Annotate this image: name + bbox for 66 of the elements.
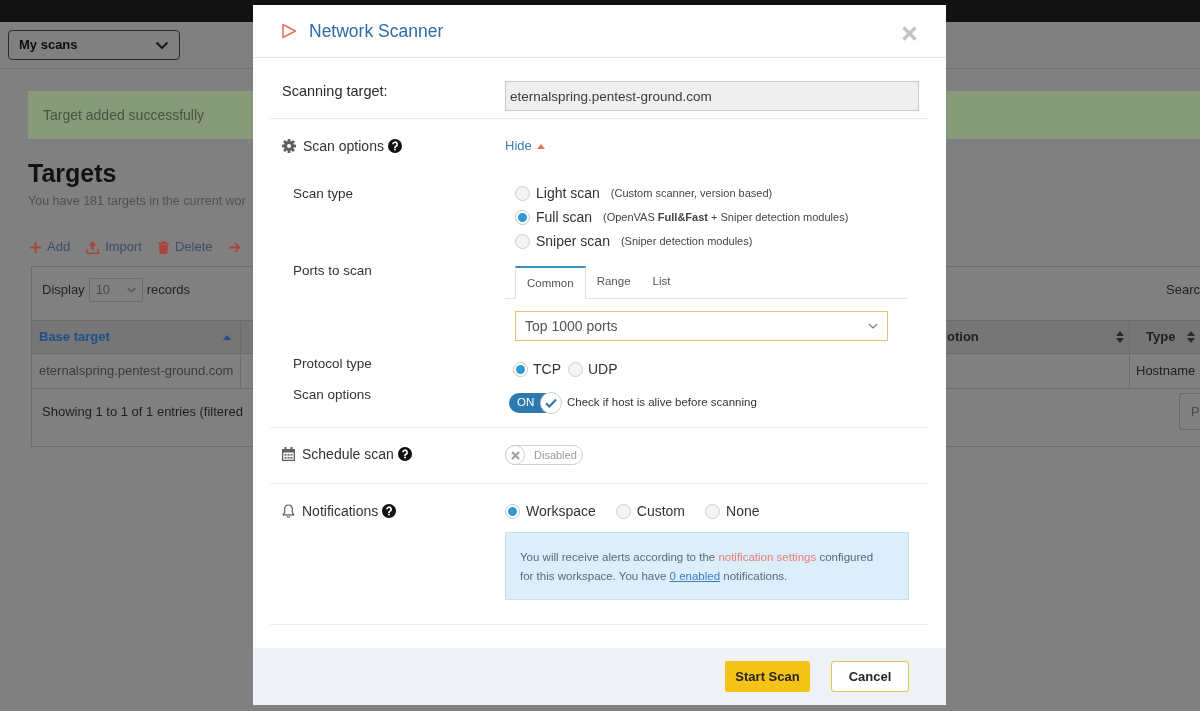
tab[interactable]: Range (585, 266, 642, 298)
display-label: Display (42, 281, 85, 300)
radio-button[interactable] (515, 209, 530, 225)
section-label: Scan options (303, 136, 384, 156)
radio-button[interactable] (515, 233, 530, 249)
radio-button[interactable] (705, 503, 720, 519)
help-icon[interactable] (387, 139, 402, 153)
chevron-down-icon (155, 40, 169, 50)
tab[interactable]: Common (515, 266, 586, 299)
hide-link[interactable]: Hide (505, 136, 545, 156)
radio-button[interactable] (615, 503, 631, 519)
table-cell: eternalspring.pentest-ground.com (32, 354, 241, 388)
option-label[interactable]: None (726, 500, 760, 522)
column-header[interactable]: otion (947, 321, 1124, 353)
toggle-switch[interactable]: ON (509, 392, 562, 414)
search-label: Searc (1166, 281, 1200, 300)
option-label[interactable]: Light scan (536, 182, 600, 204)
records-label: records (146, 281, 190, 300)
radio-button[interactable] (568, 361, 583, 377)
workspace-select[interactable]: My scans (8, 30, 180, 60)
bell-icon (282, 504, 295, 518)
chevron-down-icon (868, 323, 878, 329)
arrow-right-icon[interactable] (228, 241, 241, 253)
plus-icon (30, 241, 41, 253)
ports-select[interactable]: Top 1000 ports (515, 311, 888, 341)
table-cell-text: Hostname (1135, 362, 1197, 381)
enabled-count-link[interactable]: 0 enabled (669, 570, 721, 582)
option-label[interactable]: Sniper scan (536, 230, 610, 252)
tab[interactable]: List (641, 266, 682, 298)
option-label[interactable]: UDP (588, 358, 618, 380)
option-label[interactable]: TCP (533, 358, 561, 380)
cancel-button[interactable]: Cancel (831, 661, 909, 692)
close-icon[interactable] (902, 26, 917, 41)
section-label: Schedule scan (302, 444, 394, 464)
option-note: (OpenVAS Full&Fast + Sniper detection modules) (603, 209, 849, 225)
check-icon (545, 398, 557, 408)
cross-icon (510, 450, 520, 460)
field-label: Scan options (293, 387, 372, 402)
field-label: Protocol type (293, 356, 372, 371)
gear-icon (282, 139, 296, 153)
help-icon[interactable] (382, 504, 397, 518)
dialog-title: Network Scanner (309, 20, 444, 42)
upload-icon (86, 240, 100, 254)
option-label[interactable]: Custom (636, 500, 685, 522)
option-note: (Sniper detection modules) (620, 233, 753, 249)
field-label: Scan type (293, 186, 354, 201)
target-field[interactable]: eternalspring.pentest-ground.com (505, 81, 919, 111)
table-info: Showing 1 to 1 of 1 entries (filtered (42, 402, 243, 421)
play-icon (281, 23, 297, 39)
option-note: (Custom scanner, version based) (610, 185, 773, 201)
calendar-icon (282, 447, 295, 461)
column-header[interactable]: Type (1146, 321, 1196, 353)
radio-button[interactable] (515, 185, 530, 201)
radio-button[interactable] (505, 503, 520, 519)
trash-icon (158, 240, 169, 254)
option-description: Check if host is alive before scanning (567, 395, 757, 411)
radio-button[interactable] (513, 361, 528, 377)
chevron-down-icon (126, 287, 136, 293)
info-text: You will receive alerts according to the notification settings configured for this workspace. You have 0 enabled notifications. (520, 550, 875, 584)
help-icon[interactable] (397, 447, 412, 461)
section-label: Notifications (302, 501, 379, 521)
page-heading: Targets (28, 159, 117, 187)
field-label: Ports to scan (293, 263, 372, 278)
option-label[interactable]: Full scan (536, 206, 593, 228)
start-scan-button[interactable]: Start Scan (725, 661, 810, 692)
option-label[interactable]: Workspace (526, 500, 596, 522)
